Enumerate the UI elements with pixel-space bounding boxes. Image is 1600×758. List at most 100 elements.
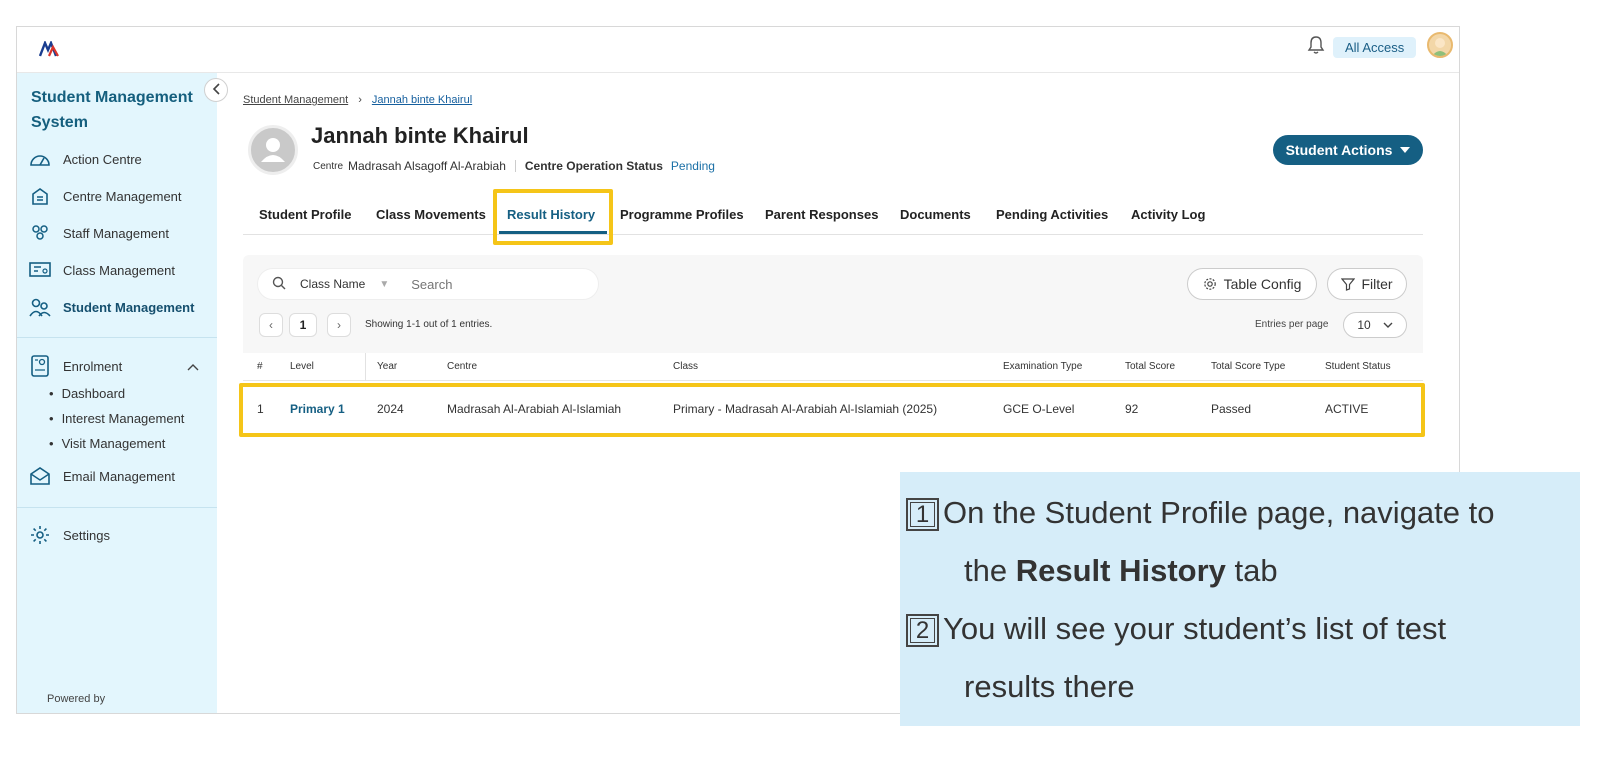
sidebar-divider bbox=[17, 337, 217, 338]
tab-bar: Student Profile Class Movements Result H… bbox=[243, 203, 1423, 235]
chevron-right-icon: › bbox=[358, 94, 362, 106]
table-config-button[interactable]: Table Config bbox=[1187, 268, 1317, 300]
tab-class-movements[interactable]: Class Movements bbox=[376, 203, 486, 227]
column-header: Centre bbox=[447, 361, 478, 372]
entries-per-page-label: Entries per page bbox=[1255, 319, 1329, 330]
column-header: Class bbox=[673, 361, 699, 372]
breadcrumb-current-link[interactable]: Jannah binte Khairul bbox=[372, 94, 472, 106]
sidebar-item-label: Email Management bbox=[63, 468, 175, 484]
tab-pending-activities[interactable]: Pending Activities bbox=[996, 203, 1108, 227]
top-bar: All Access bbox=[17, 27, 1459, 73]
chevron-up-icon[interactable] bbox=[187, 359, 199, 374]
pagination-prev-button[interactable]: ‹ bbox=[259, 313, 283, 337]
students-icon bbox=[29, 297, 51, 317]
sidebar-item-label: Action Centre bbox=[63, 151, 142, 167]
notification-bell-icon[interactable] bbox=[1307, 35, 1325, 55]
tab-parent-responses[interactable]: Parent Responses bbox=[765, 203, 878, 227]
system-title: Student Management System bbox=[31, 89, 193, 131]
sidebar-item-email-management[interactable]: Email Management bbox=[29, 465, 175, 487]
search-field-select[interactable]: Class Name bbox=[300, 277, 365, 291]
sidebar-item-enrolment[interactable]: Enrolment bbox=[29, 355, 199, 377]
brand-logo-icon[interactable] bbox=[39, 41, 59, 57]
tab-student-profile[interactable]: Student Profile bbox=[259, 203, 351, 227]
sidebar-divider bbox=[17, 507, 217, 508]
status-label: Centre Operation Status bbox=[524, 159, 663, 173]
sidebar-item-label: Staff Management bbox=[63, 225, 169, 241]
status-badge: Pending bbox=[670, 159, 715, 173]
user-avatar-icon bbox=[1432, 38, 1448, 56]
filter-button[interactable]: Filter bbox=[1327, 268, 1407, 300]
sidebar-sub-visit-management[interactable]: Visit Management bbox=[49, 436, 166, 451]
staff-icon bbox=[29, 223, 51, 243]
meta-divider bbox=[514, 160, 516, 172]
email-icon bbox=[29, 466, 51, 486]
student-meta: Centre Madrasah Alsagoff Al-Arabiah Cent… bbox=[313, 159, 715, 173]
caret-down-icon bbox=[1400, 147, 1411, 153]
tab-documents[interactable]: Documents bbox=[900, 203, 971, 227]
search-input[interactable] bbox=[411, 276, 562, 292]
column-header: Year bbox=[377, 361, 398, 372]
person-icon bbox=[261, 138, 285, 162]
filter-icon bbox=[1341, 278, 1356, 291]
column-header: Examination Type bbox=[1003, 361, 1083, 372]
collapse-sidebar-button[interactable] bbox=[204, 78, 228, 102]
column-header: Total Score bbox=[1125, 361, 1176, 372]
entries-per-page-value: 10 bbox=[1357, 318, 1371, 332]
student-actions-button[interactable]: Student Actions bbox=[1273, 135, 1423, 165]
pagination-page-number[interactable]: 1 bbox=[289, 313, 317, 337]
row-highlight-box bbox=[239, 383, 1425, 437]
page-title: Jannah binte Khairul bbox=[311, 123, 529, 148]
column-header: # bbox=[257, 361, 263, 372]
tab-highlight-box bbox=[493, 189, 613, 245]
sidebar-item-student-management[interactable]: Student Management bbox=[29, 296, 194, 318]
sidebar-item-label: Enrolment bbox=[63, 358, 123, 374]
instruction-callout: 1 On the Student Profile page, navigate t… bbox=[900, 472, 1580, 726]
column-header: Student Status bbox=[1325, 361, 1391, 372]
chevron-down-icon bbox=[1383, 322, 1393, 328]
column-header: Level bbox=[290, 361, 314, 372]
sidebar-item-class-management[interactable]: Class Management bbox=[29, 259, 175, 281]
search-bar[interactable]: Class Name ▼ bbox=[257, 268, 599, 300]
gear-icon bbox=[1203, 278, 1216, 290]
user-avatar[interactable] bbox=[1427, 32, 1453, 58]
pagination-next-button[interactable]: › bbox=[327, 313, 351, 337]
step-text: the bbox=[964, 553, 1016, 588]
instruction-step-2: 2 You will see your student’s list of tes… bbox=[906, 600, 1580, 716]
student-avatar bbox=[248, 125, 298, 175]
sidebar-item-action-centre[interactable]: Action Centre bbox=[29, 148, 142, 170]
building-icon bbox=[29, 186, 51, 206]
tab-activity-log[interactable]: Activity Log bbox=[1131, 203, 1205, 227]
table-config-label: Table Config bbox=[1223, 276, 1302, 292]
step-number: 1 bbox=[906, 498, 939, 532]
step-text: You will see your student’s list of test bbox=[943, 611, 1447, 646]
sidebar-item-staff-management[interactable]: Staff Management bbox=[29, 222, 169, 244]
step-text-continued: the Result History tab bbox=[906, 542, 1580, 600]
step-emphasis: Result History bbox=[1015, 553, 1226, 588]
showing-entries-text: Showing 1-1 out of 1 entries. bbox=[365, 319, 493, 330]
entries-per-page-select[interactable]: 10 bbox=[1343, 312, 1407, 338]
chevron-left-icon bbox=[212, 83, 220, 95]
table-header: # Level Year Centre Class Examination Ty… bbox=[243, 353, 1423, 381]
sidebar: Student Management System Action Centre … bbox=[17, 73, 217, 713]
column-divider bbox=[365, 353, 366, 381]
access-badge[interactable]: All Access bbox=[1333, 37, 1417, 58]
gauge-icon bbox=[29, 149, 51, 169]
breadcrumb-root-link[interactable]: Student Management bbox=[243, 94, 348, 106]
sidebar-sub-dashboard[interactable]: Dashboard bbox=[49, 386, 126, 401]
tab-programme-profiles[interactable]: Programme Profiles bbox=[620, 203, 744, 227]
step-text-continued: results there bbox=[964, 669, 1135, 704]
student-actions-label: Student Actions bbox=[1285, 142, 1393, 158]
gear-icon bbox=[29, 525, 51, 545]
sidebar-item-centre-management[interactable]: Centre Management bbox=[29, 185, 182, 207]
column-header: Total Score Type bbox=[1211, 361, 1286, 372]
enrolment-icon bbox=[29, 355, 51, 377]
caret-down-icon[interactable]: ▼ bbox=[379, 279, 389, 290]
class-icon bbox=[29, 260, 51, 280]
search-icon bbox=[272, 276, 286, 293]
powered-by: Powered by bbox=[47, 693, 106, 705]
step-text: On the Student Profile page, navigate to bbox=[943, 495, 1495, 530]
sidebar-sub-interest-management[interactable]: Interest Management bbox=[49, 411, 185, 426]
sidebar-item-settings[interactable]: Settings bbox=[29, 524, 110, 546]
centre-value: Madrasah Alsagoff Al-Arabiah bbox=[348, 159, 506, 173]
sidebar-item-label: Class Management bbox=[63, 262, 175, 278]
